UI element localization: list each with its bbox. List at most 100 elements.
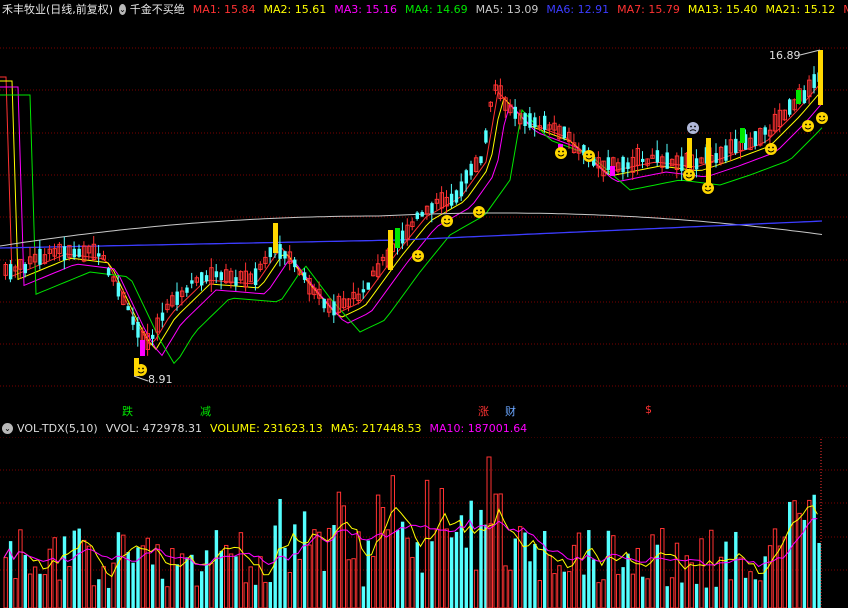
candle-body-down [454,190,459,203]
ma-value-7: MA13: 15.40 [687,2,758,16]
candle-body-down [268,247,272,258]
volume-bar-down [641,576,645,608]
stock-title: 禾丰牧业(日线,前复权) [2,3,114,16]
volume-bar-down [562,571,566,608]
volume-bar-up [3,557,8,608]
volume-bar-up [258,556,263,608]
volume-bar-up [86,545,92,608]
volume-chart[interactable] [0,437,848,608]
ma-value-0: MA1: 15.84 [192,2,256,16]
ma-line [0,94,823,365]
face-eye [448,218,450,221]
volume-bar-down [694,583,699,608]
signal-label-jian: 减 [200,405,211,418]
chevron-down-icon[interactable]: ⌄ [119,3,126,15]
highlight-candle [273,223,278,253]
smiley-face-icon [555,147,567,159]
volume-bar-down [72,530,76,608]
candle-body-down [513,106,517,119]
volume-bar-up [194,585,200,608]
volume-bar-down [204,550,209,608]
volume-bar-up [336,491,342,608]
ma-value-8: MA21: 15.12 [765,2,836,16]
price-indicator-header: 禾丰牧业(日线,前复权) ⌄ 千金不买绝 MA1: 15.84 MA2: 15.6… [0,0,848,18]
volume-bar-down [788,501,792,608]
volume-bar-down [278,498,282,608]
volume-bar-up [28,573,33,608]
volume-bar-down [302,511,307,608]
candle-body-down [523,113,527,126]
volume-bar-up [228,553,234,608]
chevron-down-icon[interactable]: ⌄ [2,422,13,434]
volume-bar-down [479,509,483,608]
ma-value-2: MA3: 15.16 [334,2,397,16]
face-eye [586,153,588,156]
volume-bar-down [753,579,758,608]
highlight-candle [687,138,692,168]
volume-bar-up [410,556,415,608]
face-eye [805,123,807,126]
candle-body-down [366,282,370,290]
volume-bar-up [67,566,72,608]
face-circle [702,182,714,194]
candle-body-down [655,150,660,163]
volume-bar-up [635,547,640,608]
volume-bar-down [131,562,135,608]
sad-face-icon [687,122,699,134]
smiley-face-icon [473,206,485,218]
candle-body-down [175,291,179,305]
volume-bar-up [18,529,23,608]
face-eye [558,150,560,153]
candle-body-down [200,272,204,286]
highlight-candle [706,138,711,183]
volume-bar-up [738,557,743,608]
face-circle [473,206,485,218]
candle-body-down [788,99,792,115]
volume-bar-down [763,556,767,608]
candle-body-down [185,287,189,293]
candle-body-down [204,275,209,282]
candle-body-down [528,113,532,128]
volume-bar-up [807,499,812,608]
volume-bar-up [772,528,778,608]
ma-line [0,80,823,351]
price-chart[interactable]: 16.89 8.91 [0,18,848,418]
volume-bar-up [782,536,787,608]
volume-bar-up [630,573,636,608]
candle-body-down [665,152,669,169]
face-eye [694,125,696,128]
face-circle [412,250,424,262]
candle-body-down [253,268,258,286]
smiley-face-icon [765,143,777,155]
candle-body-down [77,248,81,257]
volume-bar-up [718,556,724,608]
volume-value: VOLUME: 231623.13 [210,421,323,435]
face-eye [686,172,688,175]
candle-body-down [23,263,27,274]
volume-bar-down [106,587,111,608]
indicator-name[interactable]: 千金不买绝 [130,1,185,17]
ma-value-3: MA4: 14.69 [404,2,468,16]
candle-body-down [606,157,611,170]
face-eye [690,172,692,175]
candle-body-down [763,127,767,135]
candle-body-down [38,248,42,265]
volume-bar-up [52,537,57,608]
volume-bar-up [248,566,253,608]
volume-indicator-name[interactable]: VOL-TDX(5,10) [17,422,98,435]
volume-bar-up [434,528,440,608]
volume-bar-up [165,586,170,608]
volume-bar-down [430,541,434,608]
volume-bar-down [268,582,272,608]
more-indicator-button[interactable]: M [843,3,848,16]
volume-bar-down [190,554,194,608]
face-eye [590,153,592,156]
volume-bar-down [621,567,625,608]
candle-body-down [361,289,366,293]
candle-body-down [464,170,468,184]
candle-body-down [734,138,738,153]
volume-bar-up [699,538,704,608]
volume-ma10-value: MA10: 187001.64 [429,421,528,435]
volume-bar-down [533,543,537,608]
volume-bar-down [543,530,547,608]
